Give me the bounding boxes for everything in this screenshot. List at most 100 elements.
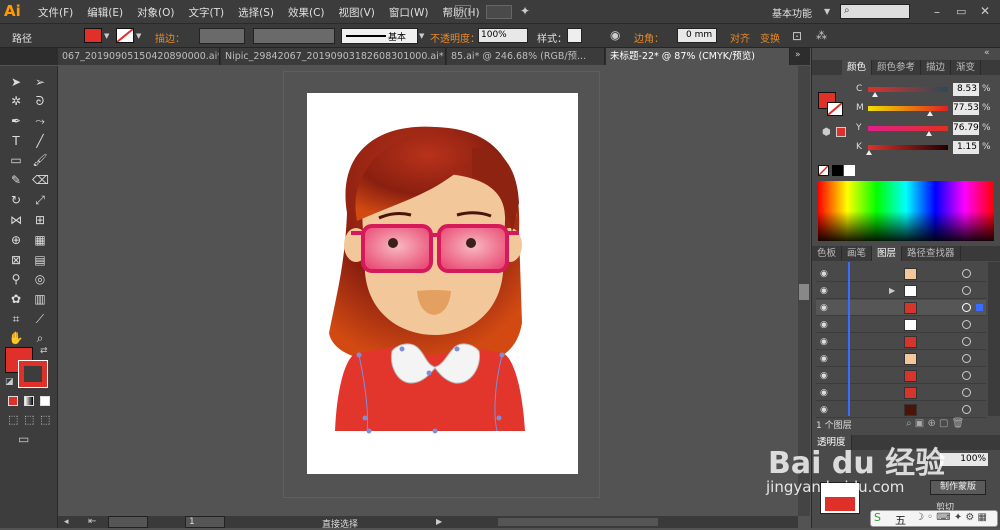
tab-doc-2[interactable]: Nipic_29842067_20190903182608301000.ai*: [221, 48, 446, 65]
scale-tool-icon[interactable]: ⤢: [32, 192, 48, 208]
layer-row[interactable]: ◉: [816, 385, 986, 401]
stroke-swatch[interactable]: [116, 28, 134, 43]
tab-color-guide[interactable]: 颜色参考: [872, 60, 922, 75]
pencil-icon[interactable]: ✎: [8, 172, 24, 188]
pen-tool-icon[interactable]: ✒: [8, 113, 24, 129]
recolor-icon[interactable]: ◉: [610, 28, 620, 42]
artboard-number-field[interactable]: 1: [185, 516, 225, 528]
opacity-field[interactable]: 100%: [478, 28, 528, 43]
width-tool-icon[interactable]: ⋈: [8, 212, 24, 228]
slider-handle-icon[interactable]: [926, 131, 933, 136]
tab-doc-1[interactable]: 067_20190905150420890000.ai*: [58, 48, 220, 65]
layer-row[interactable]: ◉: [816, 266, 986, 282]
select-similar-icon[interactable]: ⁂: [816, 29, 827, 42]
graph-tool-icon[interactable]: ▥: [32, 291, 48, 307]
gamut-swatch[interactable]: [836, 127, 846, 137]
stroke-color-box[interactable]: [18, 360, 48, 388]
new-sublayer-icon[interactable]: ⊕: [927, 418, 935, 429]
ime-icons[interactable]: ☽ ◦ ⌨ ✦ ⚙ ▦: [915, 512, 987, 523]
line-tool-icon[interactable]: ╱: [32, 133, 48, 149]
ime-mode[interactable]: 五: [895, 512, 906, 528]
target-icon[interactable]: [962, 286, 971, 295]
menu-effect[interactable]: 效果(C): [288, 5, 325, 20]
black-value[interactable]: 1.15: [953, 141, 979, 154]
target-icon[interactable]: [962, 269, 971, 278]
menu-edit[interactable]: 编辑(E): [87, 5, 123, 20]
stroke-weight-field[interactable]: [199, 28, 245, 44]
zoom-field[interactable]: [108, 516, 148, 528]
magenta-slider[interactable]: M 77.53 %: [856, 102, 1000, 116]
menu-window[interactable]: 窗口(W): [389, 5, 429, 20]
layer-row[interactable]: ◉: [816, 334, 986, 350]
eye-icon[interactable]: ◉: [820, 337, 828, 347]
status-menu-icon[interactable]: ▶: [436, 517, 442, 526]
layer-row[interactable]: ◉ ▶: [816, 283, 986, 299]
ime-toolbar[interactable]: S 五 ☽ ◦ ⌨ ✦ ⚙ ▦: [870, 510, 998, 527]
corner-radius-field[interactable]: 0 mm: [677, 28, 717, 43]
tab-pathfinder[interactable]: 路径查找器: [902, 246, 961, 261]
eye-icon[interactable]: ◉: [820, 320, 828, 330]
white-swatch[interactable]: [844, 165, 855, 176]
menu-view[interactable]: 视图(V): [339, 5, 375, 20]
slice-tool-icon[interactable]: ⟋: [32, 311, 48, 327]
rotate-tool-icon[interactable]: ↻: [8, 192, 24, 208]
make-mask-button[interactable]: 制作蒙版: [930, 480, 986, 495]
eye-icon[interactable]: ◉: [820, 388, 828, 398]
selection-tool-icon[interactable]: ➤: [8, 74, 24, 90]
draw-normal-icon[interactable]: ⬚: [8, 413, 18, 426]
gradient-mode-icon[interactable]: [24, 396, 34, 406]
target-icon[interactable]: [962, 405, 971, 414]
tab-swatches[interactable]: 色板: [812, 246, 843, 261]
perspective-grid-icon[interactable]: ▦: [32, 232, 48, 248]
direct-selection-tool-icon[interactable]: ➢: [32, 74, 48, 90]
target-icon[interactable]: [962, 303, 971, 312]
cyan-value[interactable]: 8.53: [953, 83, 979, 96]
close-icon[interactable]: ✕: [980, 4, 990, 18]
tab-doc-4[interactable]: 未标题-22* @ 87% (CMYK/预览): [606, 48, 790, 65]
gradient-tool-icon[interactable]: ▤: [32, 252, 48, 268]
target-icon[interactable]: [962, 320, 971, 329]
tab-color[interactable]: 颜色: [842, 60, 873, 75]
target-icon[interactable]: [962, 371, 971, 380]
eraser-icon[interactable]: ⌫: [32, 172, 49, 188]
target-icon[interactable]: [962, 337, 971, 346]
tab-brushes[interactable]: 画笔: [842, 246, 873, 261]
transform-link[interactable]: 变换: [760, 30, 780, 45]
type-tool-icon[interactable]: T: [8, 133, 24, 149]
collapse-panels-icon[interactable]: «: [984, 48, 990, 58]
layer-row[interactable]: ◉: [816, 300, 986, 316]
delete-layer-icon[interactable]: 🗑: [952, 418, 965, 429]
tab-overflow-icon[interactable]: »: [795, 50, 801, 60]
align-link[interactable]: 对齐: [730, 30, 750, 45]
color-spectrum[interactable]: [818, 181, 994, 241]
black-swatch[interactable]: [832, 165, 843, 176]
free-transform-icon[interactable]: ⊞: [32, 212, 48, 228]
fill-swatch[interactable]: [84, 28, 102, 43]
color-mode-icon[interactable]: [8, 396, 18, 406]
maximize-icon[interactable]: ▭: [956, 5, 966, 18]
target-icon[interactable]: [962, 354, 971, 363]
black-slider[interactable]: K 1.15 %: [856, 141, 1000, 155]
magic-wand-icon[interactable]: ✲: [8, 93, 24, 109]
bridge-icon[interactable]: Br: [455, 5, 471, 19]
eye-icon[interactable]: ◉: [820, 269, 828, 279]
chevron-down-icon[interactable]: ▼: [824, 7, 830, 16]
new-layer-icon[interactable]: ▢: [939, 418, 948, 429]
layer-row[interactable]: ◉: [816, 351, 986, 367]
transparency-opacity-field[interactable]: 100%: [940, 453, 988, 466]
tab-stroke[interactable]: 描边: [921, 60, 952, 75]
draw-behind-icon[interactable]: ⬚: [24, 413, 34, 426]
opacity-label[interactable]: 不透明度：: [430, 30, 480, 45]
workspace-switcher[interactable]: 基本功能: [772, 5, 812, 20]
target-icon[interactable]: [962, 388, 971, 397]
chevron-down-icon[interactable]: ▼: [104, 32, 109, 40]
graphic-style-swatch[interactable]: [567, 28, 582, 43]
menu-type[interactable]: 文字(T): [189, 5, 225, 20]
layer-row[interactable]: ◉: [816, 317, 986, 333]
curvature-tool-icon[interactable]: ⤳: [32, 113, 48, 129]
rectangle-tool-icon[interactable]: ▭: [8, 152, 24, 168]
artboard-tool-icon[interactable]: ⌗: [8, 311, 24, 327]
tab-layers[interactable]: 图层: [872, 246, 903, 261]
gpu-icon[interactable]: ✦: [520, 4, 530, 18]
yellow-value[interactable]: 76.79: [953, 122, 979, 135]
